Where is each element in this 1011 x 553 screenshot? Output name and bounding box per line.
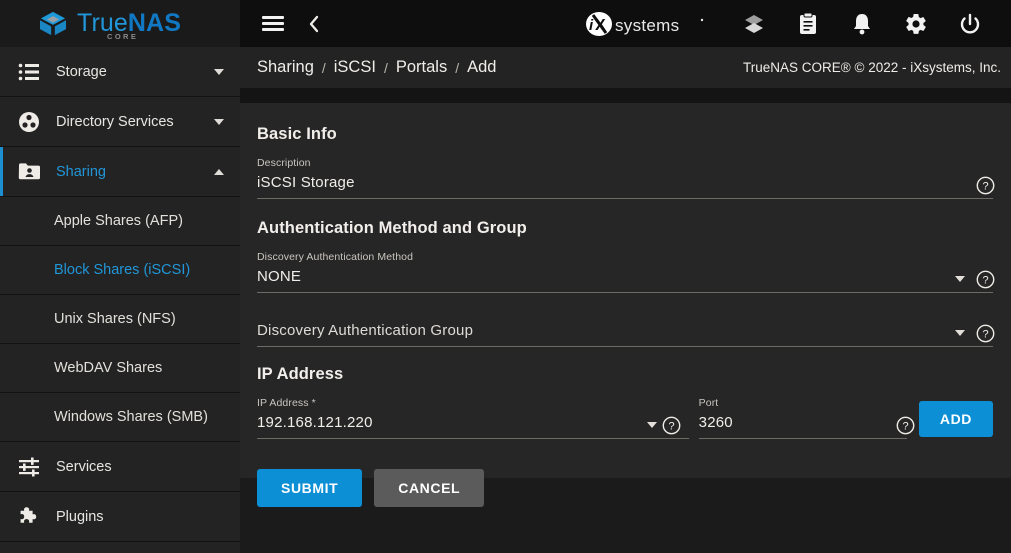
field-discovery-auth-method[interactable]: Discovery Authentication Method NONE ? xyxy=(257,251,995,293)
truenas-app-window: TrueNAS CORE i X systems Storage Directo… xyxy=(0,0,1011,553)
add-ip-button[interactable]: ADD xyxy=(918,401,993,437)
sidebar-item-label: Sharing xyxy=(56,163,106,180)
submit-button[interactable]: SUBMIT xyxy=(257,469,363,507)
truenas-cube-logo-icon xyxy=(40,11,66,35)
breadcrumb-item-portals[interactable]: Portals xyxy=(396,58,447,77)
sidebar-subitem-unix-shares[interactable]: Unix Shares (NFS) xyxy=(0,295,240,344)
cancel-button[interactable]: CANCEL xyxy=(374,469,485,507)
chevron-up-icon[interactable] xyxy=(214,168,224,175)
chevron-down-icon[interactable] xyxy=(955,276,965,282)
svg-text:?: ? xyxy=(668,421,674,433)
copyright-text: TrueNAS CORE® © 2022 - iXsystems, Inc. xyxy=(743,60,1001,75)
help-circle-icon[interactable]: ? xyxy=(976,176,995,195)
breadcrumb-item-add[interactable]: Add xyxy=(467,58,496,77)
breadcrumb-item-sharing[interactable]: Sharing xyxy=(257,58,314,77)
plugins-puzzle-icon xyxy=(12,506,46,528)
help-circle-icon[interactable]: ? xyxy=(976,324,995,343)
sidebar-item-label: Storage xyxy=(56,63,107,80)
form-action-buttons: SUBMIT CANCEL xyxy=(257,469,993,507)
field-label: Port xyxy=(698,397,719,409)
help-circle-icon[interactable]: ? xyxy=(662,416,681,435)
breadcrumb-separator: / xyxy=(321,59,326,76)
sidebar-subitem-label: Apple Shares (AFP) xyxy=(54,213,183,229)
brand-edition: CORE xyxy=(107,32,139,41)
breadcrumb-bar: Sharing / iSCSI / Portals / Add TrueNAS … xyxy=(240,47,1011,88)
sidebar-subitem-label: Windows Shares (SMB) xyxy=(54,409,208,425)
top-bar-main: i X systems xyxy=(240,0,1011,47)
sidebar-item-label: Plugins xyxy=(56,508,104,525)
breadcrumb-separator: / xyxy=(455,59,460,76)
field-label: Description xyxy=(257,157,311,169)
top-bar-icon-group xyxy=(741,11,983,37)
sidebar-item-directory-services[interactable]: Directory Services xyxy=(0,97,240,147)
help-circle-icon[interactable]: ? xyxy=(896,416,915,435)
hamburger-menu-icon[interactable] xyxy=(262,16,284,31)
chevron-down-icon[interactable] xyxy=(214,118,224,125)
sidebar-subitem-windows-shares[interactable]: Windows Shares (SMB) xyxy=(0,393,240,442)
section-title-ip-address: IP Address xyxy=(257,365,344,383)
power-icon[interactable] xyxy=(957,11,983,37)
top-bar: TrueNAS CORE i X systems xyxy=(0,0,1011,47)
sidebar-navigation: Storage Directory Services Sharing Apple… xyxy=(0,47,240,553)
help-circle-icon[interactable]: ? xyxy=(976,270,995,289)
port-input[interactable]: 3260 xyxy=(698,409,907,439)
sidebar-item-plugins[interactable]: Plugins xyxy=(0,492,240,542)
svg-text:systems: systems xyxy=(615,16,679,35)
content-gap xyxy=(240,88,1011,103)
chevron-down-icon[interactable] xyxy=(955,330,965,336)
sidebar-item-label: Directory Services xyxy=(56,113,174,130)
svg-text:X: X xyxy=(595,17,606,34)
field-port[interactable]: Port 3260 ? xyxy=(698,397,915,439)
sidebar-item-storage[interactable]: Storage xyxy=(0,47,240,97)
ip-address-input[interactable]: 192.168.121.220 xyxy=(257,409,689,439)
sidebar-item-sharing[interactable]: Sharing xyxy=(0,147,240,197)
field-description[interactable]: Description iSCSI Storage ? xyxy=(257,157,995,199)
svg-text:?: ? xyxy=(982,275,988,287)
sidebar-subitem-label: WebDAV Shares xyxy=(54,360,163,376)
sidebar-subitem-apple-shares[interactable]: Apple Shares (AFP) xyxy=(0,197,240,246)
ixsystems-logo: i X systems xyxy=(583,11,705,37)
sidebar-subitem-webdav-shares[interactable]: WebDAV Shares xyxy=(0,344,240,393)
svg-text:?: ? xyxy=(982,329,988,341)
brand-logo[interactable]: TrueNAS CORE xyxy=(0,0,240,47)
sidebar-item-services[interactable]: Services xyxy=(0,442,240,492)
chevron-left-icon[interactable] xyxy=(308,14,321,34)
field-ip-address[interactable]: IP Address * 192.168.121.220 ? xyxy=(257,397,689,439)
sharing-folder-user-icon xyxy=(12,162,46,181)
ip-address-row: IP Address * 192.168.121.220 ? Port 3260 xyxy=(257,397,993,439)
field-label: Discovery Authentication Method xyxy=(257,251,414,263)
svg-text:?: ? xyxy=(982,181,988,193)
sidebar-subitem-block-shares[interactable]: Block Shares (iSCSI) xyxy=(0,246,240,295)
breadcrumb: Sharing / iSCSI / Portals / Add xyxy=(257,58,496,77)
chevron-down-icon[interactable] xyxy=(214,68,224,75)
section-title-basic-info: Basic Info xyxy=(257,125,337,143)
dataset-layers-icon[interactable] xyxy=(741,11,767,37)
description-input[interactable]: iSCSI Storage xyxy=(257,169,993,199)
gear-settings-icon[interactable] xyxy=(903,11,929,37)
svg-text:?: ? xyxy=(902,421,908,433)
field-discovery-auth-group[interactable]: Discovery Authentication Group ? xyxy=(257,317,995,347)
directory-services-icon xyxy=(12,111,46,133)
discovery-auth-group-select[interactable]: Discovery Authentication Group xyxy=(257,317,993,347)
sidebar-subitem-label: Block Shares (iSCSI) xyxy=(54,262,191,278)
portal-add-form-card: Basic Info Description iSCSI Storage ? A… xyxy=(240,103,1011,507)
services-sliders-icon xyxy=(12,457,46,477)
sidebar-subitem-label: Unix Shares (NFS) xyxy=(54,311,176,327)
content-area: Sharing / iSCSI / Portals / Add TrueNAS … xyxy=(240,47,1011,553)
breadcrumb-separator: / xyxy=(383,59,388,76)
section-title-auth: Authentication Method and Group xyxy=(257,219,527,237)
bell-alerts-icon[interactable] xyxy=(849,11,875,37)
brand-wordmark: TrueNAS CORE xyxy=(77,11,181,41)
field-label: IP Address * xyxy=(257,397,316,409)
storage-list-icon xyxy=(12,63,46,81)
chevron-down-icon[interactable] xyxy=(646,422,657,428)
sidebar-item-label: Services xyxy=(56,458,112,475)
breadcrumb-item-iscsi[interactable]: iSCSI xyxy=(334,58,376,77)
discovery-auth-method-select[interactable]: NONE xyxy=(257,263,993,293)
clipboard-tasks-icon[interactable] xyxy=(795,11,821,37)
